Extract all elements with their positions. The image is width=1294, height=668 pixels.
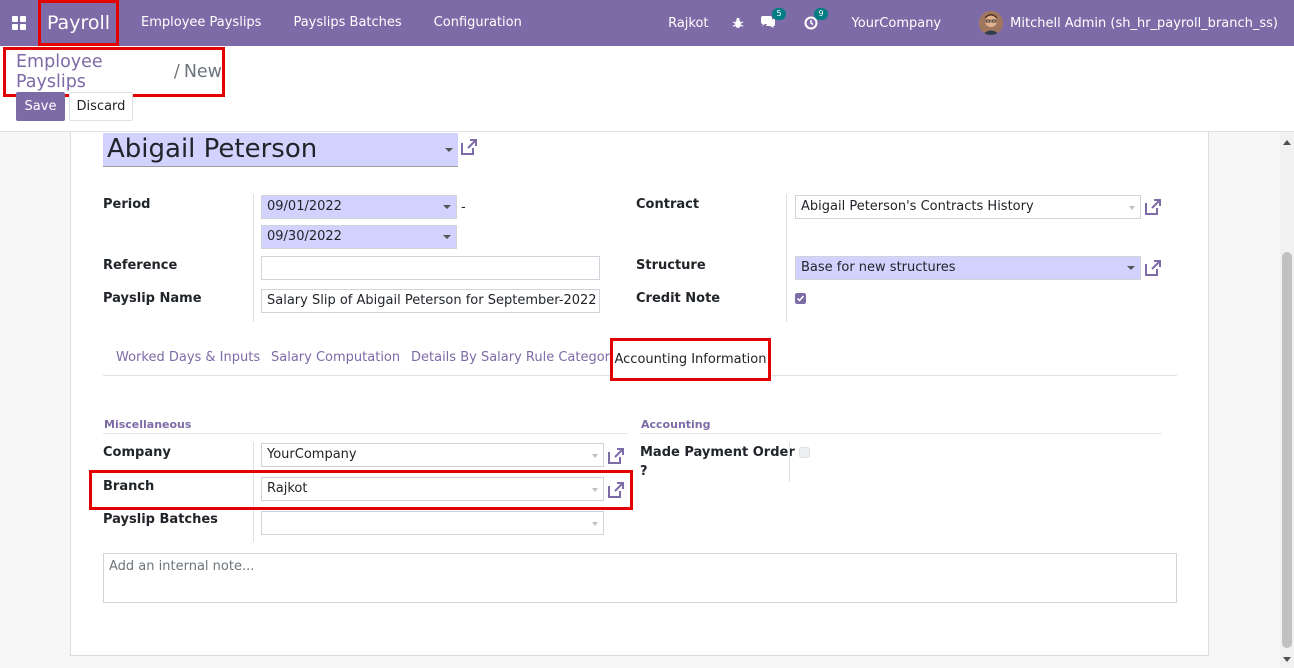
debug-icon[interactable] [732, 17, 744, 29]
payslip-name-input[interactable]: Salary Slip of Abigail Peterson for Sept… [261, 289, 600, 313]
field-separator [789, 442, 790, 482]
scroll-down-arrow-icon[interactable] [1283, 657, 1291, 662]
control-panel: Employee Payslips / New Save Discard [0, 46, 1294, 132]
internal-note-textarea[interactable]: Add an internal note... [103, 553, 1177, 603]
company-value: YourCompany [267, 447, 357, 462]
tab-worked-days-inputs[interactable]: Worked Days & Inputs [116, 350, 260, 365]
user-avatar[interactable] [979, 11, 1004, 35]
app-name[interactable]: Payroll [38, 0, 119, 46]
tab-salary-computation[interactable]: Salary Computation [271, 350, 400, 365]
top-navbar: Payroll Employee Payslips Payslips Batch… [0, 0, 1294, 46]
credit-note-checkbox[interactable] [795, 293, 806, 304]
vertical-scrollbar[interactable] [1280, 132, 1294, 668]
field-separator [253, 194, 254, 322]
discard-button[interactable]: Discard [69, 92, 133, 121]
structure-value: Base for new structures [801, 260, 956, 275]
employee-select[interactable]: Abigail Peterson [103, 133, 458, 167]
company-label: Company [103, 445, 171, 460]
menu-employee-payslips[interactable]: Employee Payslips [125, 0, 277, 46]
main-menu: Employee Payslips Payslips Batches Confi… [125, 0, 538, 46]
chevron-down-icon [443, 235, 451, 239]
scrollbar-thumb[interactable] [1282, 252, 1292, 648]
date-to-value: 09/30/2022 [267, 229, 342, 244]
chevron-down-icon [592, 522, 598, 526]
reference-label: Reference [103, 258, 178, 273]
chevron-down-icon [445, 148, 453, 152]
date-range-separator: - [461, 200, 466, 215]
company-switcher[interactable]: YourCompany [852, 16, 942, 31]
breadcrumb-separator: / [173, 62, 180, 82]
external-link-icon[interactable] [1143, 258, 1163, 278]
field-separator [786, 194, 787, 322]
scroll-up-arrow-icon[interactable] [1283, 140, 1291, 145]
breadcrumb-current: New [183, 62, 222, 82]
payslip-batches-select[interactable] [261, 511, 604, 535]
company-select[interactable]: YourCompany [261, 443, 604, 467]
structure-label: Structure [636, 258, 706, 273]
tab-details-by-salary-rule-category[interactable]: Details By Salary Rule Category [411, 350, 618, 365]
apps-menu-icon[interactable] [0, 0, 38, 46]
chevron-down-icon [1127, 266, 1135, 270]
messages-count-badge: 5 [772, 8, 786, 20]
contract-value: Abigail Peterson's Contracts History [801, 199, 1034, 214]
structure-select[interactable]: Base for new structures [795, 256, 1141, 280]
group-divider [103, 433, 628, 434]
branch-switcher[interactable]: Rajkot [668, 16, 708, 31]
accounting-group-title: Accounting [641, 418, 711, 431]
contract-label: Contract [636, 197, 700, 212]
chevron-down-icon [592, 454, 598, 458]
activities-count-badge: 9 [814, 8, 828, 20]
chevron-down-icon [1129, 206, 1135, 210]
breadcrumb-parent-link[interactable]: Employee Payslips [16, 52, 170, 92]
external-link-icon[interactable] [459, 137, 479, 157]
external-link-icon[interactable] [1143, 197, 1163, 217]
reference-input[interactable] [261, 256, 600, 280]
miscellaneous-group-title: Miscellaneous [104, 418, 192, 431]
date-from-field[interactable]: 09/01/2022 [261, 195, 457, 219]
tab-accounting-information[interactable]: Accounting Information [610, 338, 771, 381]
group-divider [640, 433, 1162, 434]
branch-highlight-box [89, 470, 633, 510]
made-payment-order-checkbox[interactable] [799, 447, 810, 458]
made-payment-order-label: Made Payment Order [640, 445, 795, 460]
breadcrumb: Employee Payslips / New [3, 47, 225, 97]
menu-payslips-batches[interactable]: Payslips Batches [277, 0, 417, 46]
date-to-field[interactable]: 09/30/2022 [261, 225, 457, 249]
payslip-batches-label: Payslip Batches [103, 512, 218, 527]
payslip-name-label: Payslip Name [103, 291, 202, 306]
date-from-value: 09/01/2022 [267, 199, 342, 214]
activities-clock-icon[interactable]: 9 [804, 8, 828, 30]
period-label: Period [103, 197, 151, 212]
contract-select[interactable]: Abigail Peterson's Contracts History [795, 195, 1141, 219]
user-menu[interactable]: Mitchell Admin (sh_hr_payroll_branch_ss) [1010, 16, 1278, 31]
save-button[interactable]: Save [16, 92, 65, 121]
chevron-down-icon [443, 205, 451, 209]
employee-value: Abigail Peterson [107, 134, 318, 164]
made-payment-order-label-line2: ? [640, 464, 648, 479]
external-link-icon[interactable] [606, 446, 626, 466]
menu-configuration[interactable]: Configuration [418, 0, 538, 46]
messages-icon[interactable]: 5 [760, 8, 786, 30]
credit-note-label: Credit Note [636, 291, 721, 306]
navbar-systray: Rajkot 5 9 YourCompany Mitchell Admin (s… [668, 0, 1294, 46]
